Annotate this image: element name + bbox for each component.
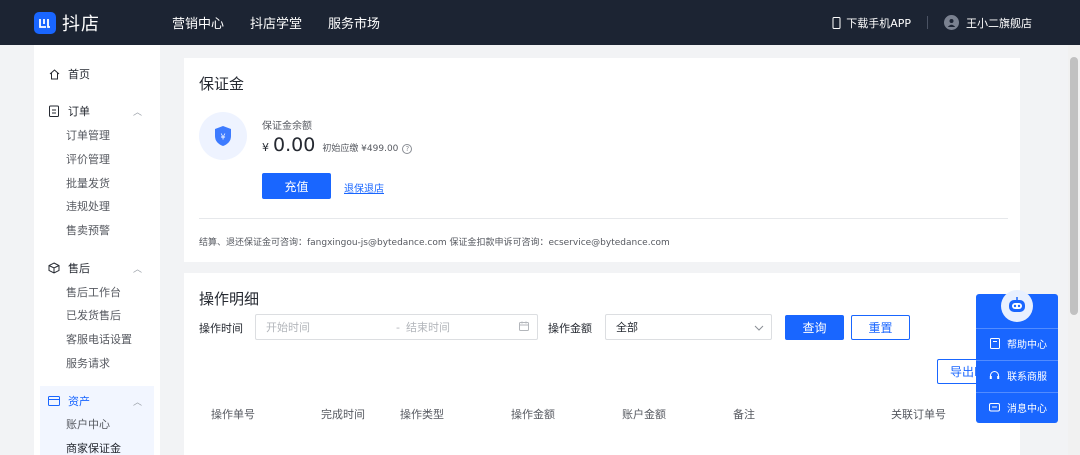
chevron-up-icon: ︿ (132, 107, 142, 118)
deposit-badge: ¥ (199, 112, 247, 160)
details-card (184, 273, 1020, 455)
sidebar-item-aftersale-desk[interactable]: 售后工作台 (34, 281, 160, 303)
col-op-type: 操作类型 (400, 408, 444, 421)
top-nav: 营销中心 抖店学堂 服务市场 (172, 13, 406, 32)
message-center-button[interactable]: 消息中心 (976, 392, 1058, 422)
balance-amount: 0.00 (273, 134, 316, 156)
sidebar-group-aftersale[interactable]: 售后 ︿ (34, 257, 160, 279)
store-name: 王小二旗舰店 (966, 16, 1032, 30)
phone-icon (832, 16, 841, 29)
recharge-button[interactable]: 充值 (262, 173, 331, 199)
sidebar-item-order-manage[interactable]: 订单管理 (34, 124, 160, 146)
logo-text: 抖店 (62, 13, 100, 35)
top-right: 下载手机APP 王小二旗舰店 (832, 0, 1032, 45)
account-menu[interactable]: 王小二旗舰店 (944, 15, 1032, 31)
refund-link[interactable]: 退保退店 (344, 180, 384, 195)
scrollbar-thumb[interactable] (1070, 57, 1078, 315)
sidebar-item-shipped-aftersale[interactable]: 已发货售后 (34, 304, 160, 326)
home-icon (48, 68, 60, 80)
reset-button[interactable]: 重置 (851, 315, 910, 340)
logo[interactable]: 抖店 (34, 10, 172, 36)
col-finish-time: 完成时间 (321, 408, 365, 421)
sidebar-item-sale-alert[interactable]: 售卖预警 (34, 219, 160, 241)
amount-label: 操作金额 (548, 322, 592, 335)
chevron-up-icon: ︿ (132, 264, 142, 275)
headset-icon (989, 370, 1000, 381)
col-remark: 备注 (733, 408, 755, 421)
message-center-label: 消息中心 (1007, 404, 1047, 415)
help-center-label: 帮助中心 (1007, 340, 1047, 351)
order-icon (48, 105, 60, 117)
sidebar: 首页 订单 ︿ 订单管理 评价管理 批量发货 违规处理 售卖预警 售后 ︿ 售后… (34, 45, 160, 455)
sidebar-item-phone-settings[interactable]: 客服电话设置 (34, 328, 160, 350)
date-range-picker[interactable]: 开始时间 - 结束时间 (255, 314, 538, 340)
nav-marketing[interactable]: 营销中心 (172, 13, 224, 32)
chevron-down-icon (754, 321, 764, 334)
help-center-button[interactable]: 帮助中心 (976, 328, 1058, 358)
sidebar-item-bulk-ship[interactable]: 批量发货 (34, 172, 160, 194)
nav-school[interactable]: 抖店学堂 (250, 13, 302, 32)
calendar-icon (519, 321, 529, 334)
chevron-up-icon: ︿ (132, 397, 142, 408)
sidebar-group-label: 资产 (68, 395, 90, 408)
balance-row: ¥ 0.00 初始应缴 ¥499.00 ? (262, 134, 413, 156)
divider (199, 218, 1008, 219)
wallet-icon (48, 395, 60, 407)
sidebar-group-label: 订单 (68, 105, 90, 118)
sidebar-group-assets[interactable]: 资产 ︿ (40, 390, 154, 412)
book-icon (989, 338, 1000, 349)
top-bar: 抖店 营销中心 抖店学堂 服务市场 下载手机APP 王小二旗舰店 (0, 0, 1080, 45)
download-app-label: 下载手机APP (846, 16, 911, 30)
sidebar-group-label: 售后 (68, 262, 90, 275)
divider (927, 16, 928, 29)
sidebar-item-merchant-deposit[interactable]: 商家保证金 (40, 437, 154, 455)
col-order-no: 操作单号 (211, 408, 255, 421)
help-icon[interactable]: ? (402, 144, 413, 154)
col-related-order: 关联订单号 (891, 408, 946, 421)
logo-icon (34, 11, 56, 34)
sidebar-item-account-center[interactable]: 账户中心 (40, 413, 154, 435)
col-op-amount: 操作金额 (511, 408, 555, 421)
query-button[interactable]: 查询 (785, 315, 844, 340)
sidebar-group-orders[interactable]: 订单 ︿ (34, 100, 160, 122)
col-account-amount: 账户金额 (622, 408, 666, 421)
sidebar-item-home[interactable]: 首页 (34, 63, 160, 85)
deposit-title: 保证金 (199, 75, 245, 93)
page-scrollbar[interactable] (1068, 45, 1080, 455)
sidebar-item-reviews[interactable]: 评价管理 (34, 148, 160, 170)
message-icon (989, 402, 1000, 413)
nav-service-market[interactable]: 服务市场 (328, 13, 380, 32)
currency-symbol: ¥ (262, 141, 269, 154)
details-title: 操作明细 (199, 290, 260, 308)
initial-due: 初始应缴 ¥499.00 (322, 144, 399, 154)
start-date-placeholder: 开始时间 (266, 321, 310, 334)
sidebar-item-label: 首页 (68, 68, 90, 81)
time-label: 操作时间 (199, 322, 243, 335)
download-app-link[interactable]: 下载手机APP (832, 15, 911, 31)
sidebar-item-service-requests[interactable]: 服务请求 (34, 352, 160, 374)
deposit-card (184, 58, 1020, 262)
contact-note: 结算、退还保证金可咨询：fangxingou-js@bytedance.com … (199, 238, 670, 248)
shield-icon: ¥ (215, 126, 231, 146)
amount-select-value: 全部 (616, 321, 638, 334)
amount-select[interactable]: 全部 (605, 314, 772, 340)
cube-icon (48, 262, 60, 274)
svg-text:¥: ¥ (220, 133, 225, 142)
avatar (944, 15, 959, 30)
contact-support-button[interactable]: 联系商服 (976, 360, 1058, 390)
sidebar-item-violations[interactable]: 违规处理 (34, 195, 160, 217)
end-date-placeholder: 结束时间 (405, 321, 450, 334)
range-separator: - (396, 320, 400, 334)
balance-label: 保证金余额 (262, 121, 312, 132)
support-widget: 帮助中心 联系商服 消息中心 (976, 290, 1058, 423)
contact-support-label: 联系商服 (1007, 372, 1047, 383)
robot-icon[interactable] (1001, 290, 1033, 322)
